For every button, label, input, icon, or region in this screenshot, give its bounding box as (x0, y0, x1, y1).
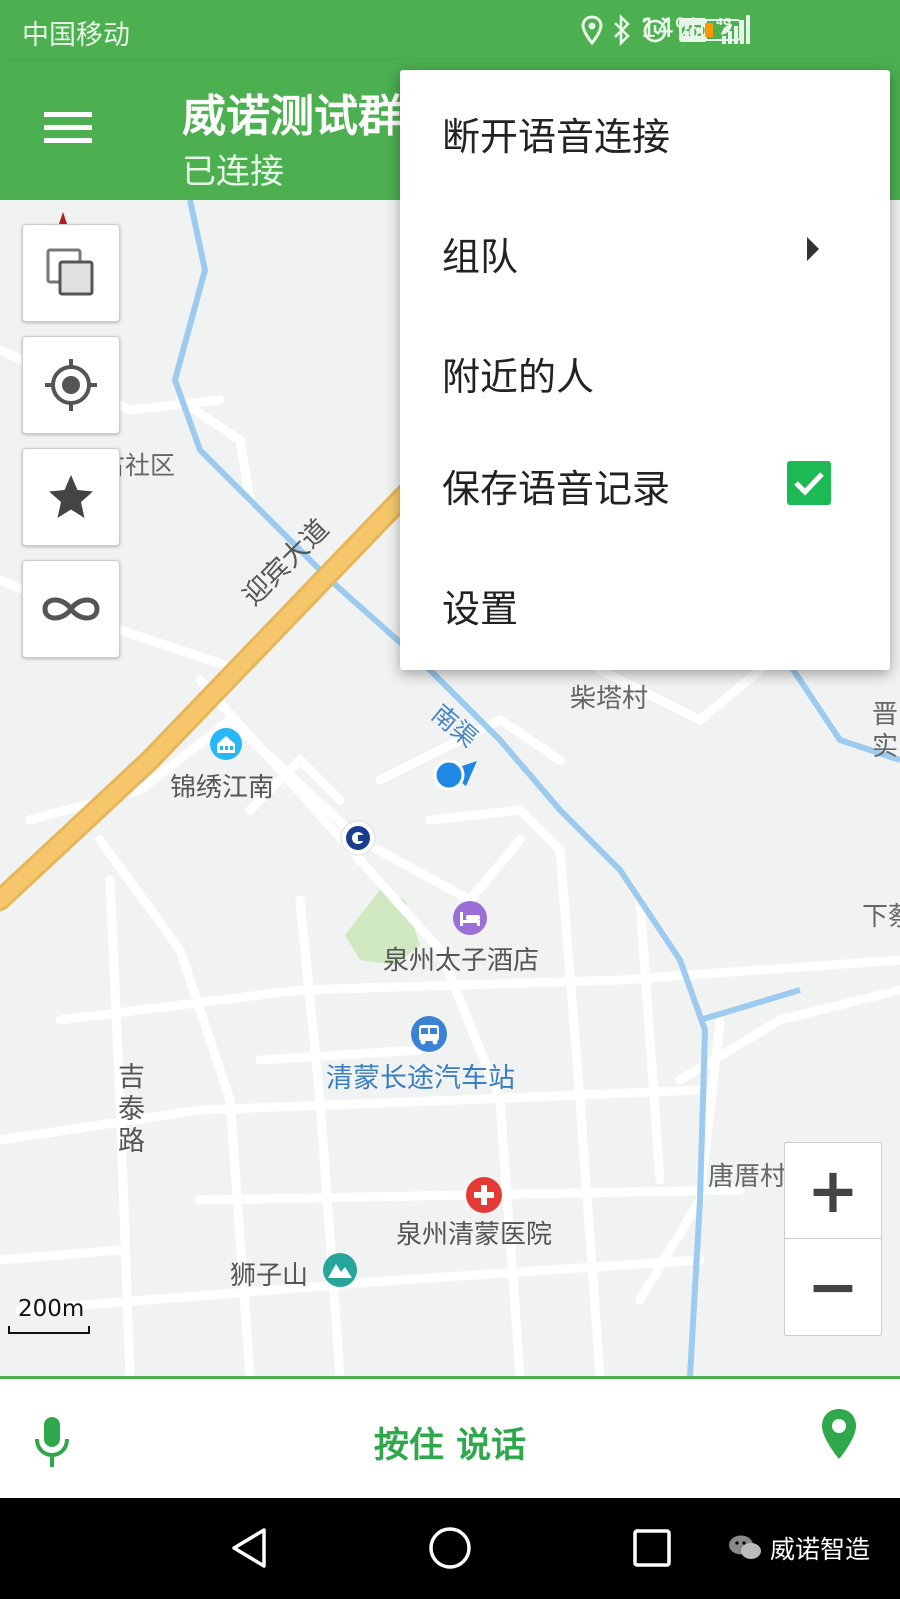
community-poi-icon[interactable] (209, 727, 243, 761)
status-bar: 中国移动 HD 4G 14% (0, 0, 900, 60)
menu-item-team[interactable]: 组队 (400, 190, 890, 310)
zoom-in-label: + (807, 1154, 859, 1227)
zoom-out-label: − (807, 1250, 859, 1323)
menu-item-label: 附近的人 (442, 355, 595, 399)
favorites-button[interactable] (22, 448, 120, 546)
menu-item-settings[interactable]: 设置 (400, 542, 890, 662)
menu-item-save-voice-records[interactable]: 保存语音记录 (400, 422, 890, 542)
system-nav-bar: 威诺智造 (0, 1498, 900, 1599)
poi-label-bus: 清蒙长途汽车站 (326, 1063, 515, 1094)
menu-item-nearby-people[interactable]: 附近的人 (400, 310, 890, 430)
menu-item-label: 断开语音连接 (442, 115, 671, 159)
menu-item-label: 组队 (442, 235, 519, 279)
push-to-talk-bar: 按住 说话 (0, 1376, 900, 1501)
layers-icon (46, 248, 94, 296)
watermark-text: 威诺智造 (769, 1535, 870, 1564)
bluetooth-icon (614, 14, 630, 46)
menu-item-label: 设置 (442, 587, 519, 631)
zoom-in-button[interactable]: + (784, 1142, 882, 1240)
loop-button[interactable] (22, 560, 120, 658)
bus-station-poi-icon[interactable] (410, 1015, 448, 1053)
poi-label-hospital: 泉州清蒙医院 (396, 1220, 553, 1250)
scale-label: 200m (18, 1296, 85, 1322)
home-icon[interactable] (428, 1526, 472, 1570)
hospital-poi-icon[interactable] (465, 1176, 503, 1214)
checkbox-checked-icon[interactable] (786, 460, 832, 506)
hotel-poi-icon[interactable] (452, 900, 488, 936)
poi-label-mountain: 狮子山 (230, 1261, 309, 1291)
my-location-icon (45, 359, 97, 411)
menu-item-label: 保存语音记录 (442, 467, 671, 511)
star-icon (49, 475, 93, 518)
my-location-button[interactable] (22, 336, 120, 434)
layers-button[interactable] (22, 224, 120, 322)
watermark: 威诺智造 (728, 1530, 870, 1566)
menu-item-disconnect-voice[interactable]: 断开语音连接 (400, 70, 890, 190)
bank-poi-icon[interactable] (340, 820, 376, 856)
wechat-icon (728, 1535, 761, 1559)
overflow-menu: 断开语音连接 组队 附近的人 保存语音记录 设置 (400, 70, 890, 670)
map-label-village1: 柴塔村 (570, 684, 649, 714)
map-label-village2: 唐厝村 (708, 1162, 787, 1192)
battery-percent: 14% (640, 13, 701, 44)
map-label-road-jitai: 吉泰路 (118, 1062, 145, 1157)
mountain-poi-icon[interactable] (322, 1252, 358, 1288)
recents-icon[interactable] (632, 1528, 672, 1568)
zoom-out-button[interactable]: − (784, 1238, 882, 1336)
infinity-icon (42, 597, 100, 621)
poi-label-hotel: 泉州太子酒店 (383, 946, 540, 976)
location-icon (581, 15, 603, 45)
battery-icon (701, 19, 744, 41)
scale-bar (8, 1326, 90, 1334)
submenu-arrow-icon (807, 237, 819, 261)
map-label-edge-shi: 实 (872, 732, 899, 762)
carrier-label: 中国移动 (22, 20, 130, 51)
group-title: 威诺测试群 (182, 91, 402, 142)
map-pin-icon[interactable] (820, 1407, 858, 1463)
push-to-talk-button[interactable]: 按住 说话 (0, 1417, 900, 1468)
poi-label-jinxiu: 锦绣江南 (170, 773, 275, 803)
back-icon[interactable] (228, 1526, 270, 1570)
connection-status: 已连接 (182, 152, 284, 192)
hamburger-menu-icon[interactable] (40, 100, 96, 156)
map-label-edge-xia: 下蔡 (862, 902, 900, 932)
